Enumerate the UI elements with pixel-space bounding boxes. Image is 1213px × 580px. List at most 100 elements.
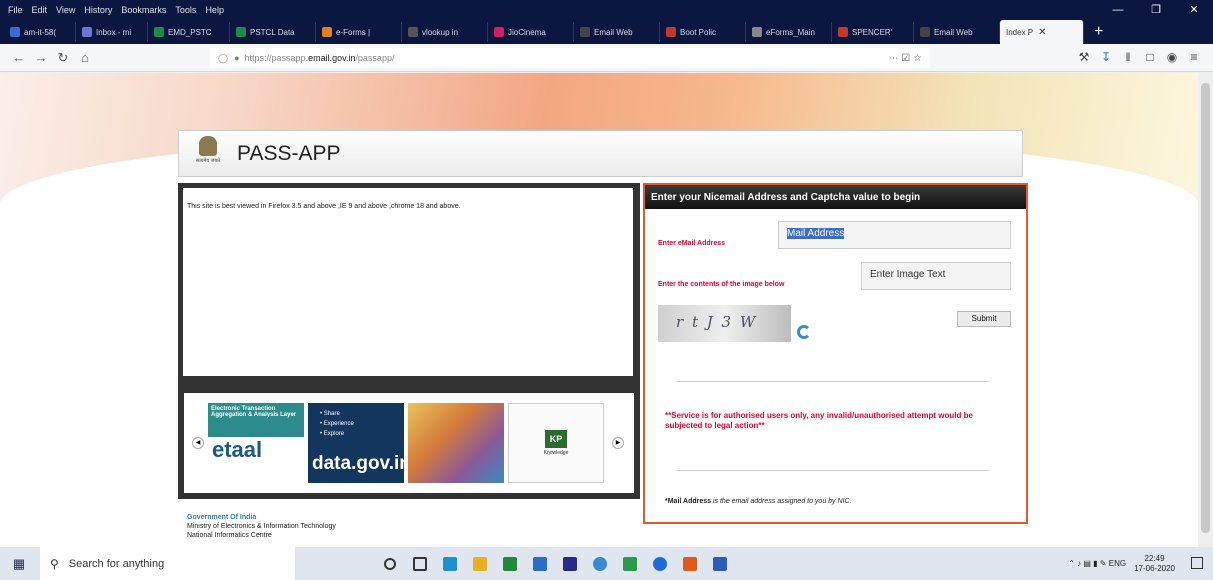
tools-icon[interactable]: ⚒ [1073, 50, 1095, 64]
page-title: PASS-APP [237, 141, 341, 165]
sidebar-icon[interactable]: □ [1139, 50, 1161, 64]
carousel-next-icon[interactable]: ▶ [612, 437, 624, 449]
note-bold: *Mail Address [665, 498, 712, 505]
menu-help[interactable]: Help [205, 5, 224, 15]
tab[interactable]: EMD_PSTC [148, 22, 230, 42]
tab[interactable]: Email Web [574, 22, 660, 42]
email-label: Enter eMail Address [658, 240, 726, 247]
file-explorer-icon[interactable] [465, 547, 495, 580]
more-actions-icon[interactable]: ⋯ [889, 53, 899, 64]
cortana-icon[interactable] [375, 547, 405, 580]
minimize-icon[interactable]: — [1099, 0, 1137, 20]
home-icon[interactable]: ⌂ [74, 50, 96, 65]
mail-address-note: *Mail Address is the email address assig… [665, 498, 852, 505]
footer-gov-link[interactable]: Government Of India [187, 513, 336, 522]
pen-icon[interactable]: ✎ [1100, 559, 1107, 568]
tab[interactable]: e-Forms | [316, 22, 402, 42]
tab[interactable]: JioCinema [488, 22, 574, 42]
task-view-icon[interactable] [405, 547, 435, 580]
menu-tools[interactable]: Tools [175, 5, 196, 15]
tab-bar: am-it-58( Inbox - mi EMD_PSTC PSTCL Data… [0, 20, 1213, 44]
forward-icon[interactable]: → [30, 50, 52, 65]
windows-start-icon[interactable]: ▦ [8, 556, 30, 572]
powerpoint-icon[interactable] [675, 547, 705, 580]
tab-label: Boot Polic [680, 27, 717, 37]
tab[interactable]: Boot Polic [660, 22, 746, 42]
etaal-banner[interactable]: Electronic Transaction Aggregation & Ana… [208, 403, 304, 483]
network-icon[interactable]: ▤ [1083, 559, 1091, 568]
submit-button[interactable]: Submit [957, 311, 1011, 327]
hamburger-menu-icon[interactable]: ≡ [1183, 50, 1205, 64]
app-icon[interactable] [435, 547, 465, 580]
tab-favicon-icon [666, 27, 676, 37]
tab[interactable]: eForms_Main [746, 22, 832, 42]
kp-caption: Knowledge [543, 450, 569, 456]
menu-edit[interactable]: Edit [32, 5, 48, 15]
vertical-scrollbar[interactable] [1198, 73, 1213, 547]
pocket-icon[interactable]: ☑ [901, 53, 910, 64]
tray-chevron-icon[interactable]: ⌃ [1068, 559, 1075, 568]
tab[interactable]: Email Web [914, 22, 1000, 42]
new-tab-button[interactable]: + [1084, 23, 1113, 41]
app-icon[interactable] [555, 547, 585, 580]
data-gov-banner[interactable]: • Share • Experience • Explore data.gov.… [308, 403, 404, 483]
taskbar-search[interactable]: ⚲ Search for anything [40, 547, 295, 580]
lock-icon[interactable]: ● [234, 53, 239, 63]
scrollbar-thumb[interactable] [1201, 83, 1210, 533]
menu-history[interactable]: History [84, 5, 112, 15]
clock-date: 17-06-2020 [1134, 563, 1175, 573]
carousel-prev-icon[interactable]: ◀ [192, 437, 204, 449]
close-icon[interactable]: ✕ [1175, 0, 1213, 20]
captcha-input[interactable]: Enter Image Text [861, 262, 1011, 290]
account-icon[interactable]: ◉ [1161, 50, 1183, 64]
app-icon[interactable] [585, 547, 615, 580]
tab[interactable]: PSTCL Data [230, 22, 316, 42]
language-indicator[interactable]: ENG [1109, 559, 1126, 568]
tab-label: am-it-58( [24, 27, 57, 37]
battery-icon[interactable]: ▮ [1093, 559, 1097, 568]
tab[interactable]: am-it-58( [4, 22, 76, 42]
tab-active[interactable]: Index P ✕ [1000, 20, 1084, 44]
captcha-label: Enter the contents of the image below [658, 281, 785, 288]
tab-favicon-icon [154, 27, 164, 37]
tab[interactable]: vlookup in [402, 22, 488, 42]
data-gov-logo: data.gov.in [312, 453, 404, 474]
notification-icon[interactable] [1191, 557, 1203, 569]
tab[interactable]: Inbox - mi [76, 22, 148, 42]
page-viewport: सत्यमेव जयते PASS-APP This site is best … [0, 73, 1198, 547]
tab-label: e-Forms | [336, 27, 371, 37]
email-field[interactable]: Mail Address [778, 221, 1011, 249]
clock[interactable]: 22:49 17-06-2020 [1134, 554, 1175, 574]
word-icon[interactable] [705, 547, 735, 580]
knowledge-portal-banner[interactable]: KP Knowledge [508, 403, 604, 483]
emblem-caption: सत्यमेव जयते [195, 157, 221, 164]
bookmark-star-icon[interactable]: ☆ [913, 53, 922, 64]
app-icon[interactable] [495, 547, 525, 580]
url-bar[interactable]: ◯ ● https://passapp. email.gov.in/passapp… [210, 48, 930, 68]
tab-close-icon[interactable]: ✕ [1038, 27, 1046, 38]
library-icon[interactable]: ‖ [1117, 50, 1139, 64]
menu-bookmarks[interactable]: Bookmarks [121, 5, 166, 15]
shield-icon[interactable]: ◯ [218, 53, 228, 64]
reload-icon[interactable]: ↻ [52, 50, 74, 66]
volume-icon[interactable]: ♪ [1077, 559, 1081, 568]
tab-label: Index P [1006, 27, 1034, 37]
tab[interactable]: SPENCER' [832, 22, 914, 42]
restore-icon[interactable]: ❐ [1137, 0, 1175, 20]
back-icon[interactable]: ← [8, 50, 30, 65]
students-banner[interactable] [408, 403, 504, 483]
menu-view[interactable]: View [56, 5, 75, 15]
login-form: Enter your Nicemail Address and Captcha … [643, 183, 1028, 524]
excel-icon[interactable] [615, 547, 645, 580]
app-icon[interactable] [525, 547, 555, 580]
taskbar-apps [375, 547, 735, 580]
menu-file[interactable]: File [8, 5, 23, 15]
data-gov-list: • Share • Experience • Explore [308, 403, 404, 439]
tab-favicon-icon [752, 27, 762, 37]
windows-taskbar: ▦ ⚲ Search for anything ⌃ ♪ ▤ ▮ ✎ ENG 22… [0, 547, 1213, 580]
refresh-captcha-icon[interactable] [797, 325, 811, 339]
etaal-logo: etaal [212, 437, 263, 462]
data-gov-item: • Explore [320, 431, 345, 437]
download-icon[interactable]: ↧ [1095, 50, 1117, 64]
firefox-icon[interactable] [645, 547, 675, 580]
